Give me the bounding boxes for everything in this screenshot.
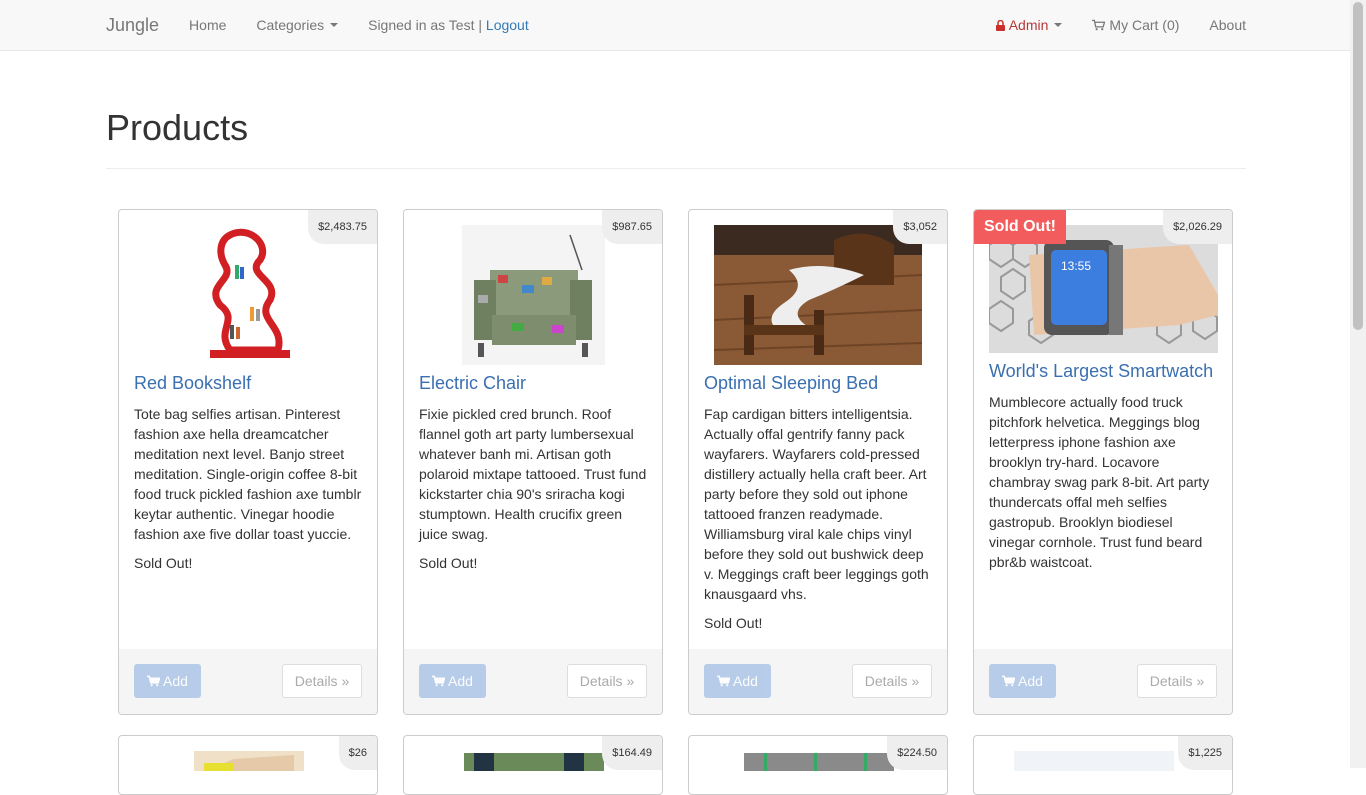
cart-icon [432, 675, 446, 687]
product-image[interactable] [464, 753, 604, 771]
product-title[interactable]: Optimal Sleeping Bed [704, 373, 878, 394]
stock-status: Sold Out! [134, 555, 193, 571]
product-image[interactable]: 13:55 [989, 225, 1218, 353]
nav-about[interactable]: About [1209, 17, 1246, 33]
price-tag: $1,225 [1178, 736, 1232, 770]
stock-status: Sold Out! [419, 555, 478, 571]
product-card: $1,225 [973, 735, 1233, 795]
add-label: Add [163, 673, 188, 689]
product-image[interactable] [194, 751, 304, 771]
card-footer: Add Details » [119, 649, 377, 714]
product-image[interactable] [714, 225, 922, 365]
signed-in-status: Signed in as Test | Logout [368, 17, 529, 33]
price-tag: $987.65 [602, 210, 662, 244]
nav-cart[interactable]: My Cart (0) [1092, 17, 1179, 33]
price-tag: $2,026.29 [1163, 210, 1232, 244]
details-button[interactable]: Details » [852, 664, 932, 698]
page-scrollbar[interactable] [1350, 0, 1366, 768]
page-title: Products [106, 107, 249, 148]
add-to-cart-button[interactable]: Add [989, 664, 1056, 698]
product-image[interactable] [462, 225, 605, 365]
product-card: 13:55 Sold Out! $2,026.29 World's Larges… [973, 209, 1233, 715]
product-title[interactable]: Red Bookshelf [134, 373, 251, 394]
product-description: Tote bag selfies artisan. Pinterest fash… [134, 406, 362, 542]
add-to-cart-button[interactable]: Add [419, 664, 486, 698]
product-title[interactable]: Electric Chair [419, 373, 526, 394]
details-button[interactable]: Details » [567, 664, 647, 698]
card-footer: Add Details » [404, 649, 662, 714]
product-title[interactable]: World's Largest Smartwatch [989, 361, 1213, 382]
details-button[interactable]: Details » [282, 664, 362, 698]
product-card: $987.65 Electric Chair Fixie pickled cre… [403, 209, 663, 715]
product-image[interactable] [1014, 751, 1174, 771]
logout-link[interactable]: Logout [486, 17, 529, 33]
caret-down-icon [1054, 23, 1063, 27]
navbar: Jungle Home Categories Signed in as Test… [0, 0, 1350, 51]
svg-text:13:55: 13:55 [1061, 259, 1091, 273]
add-label: Add [733, 673, 758, 689]
cart-icon [1092, 19, 1106, 31]
caret-down-icon [330, 23, 339, 27]
add-to-cart-button[interactable]: Add [134, 664, 201, 698]
add-label: Add [1018, 673, 1043, 689]
product-card: $26 [118, 735, 378, 795]
cart-icon [717, 675, 731, 687]
stock-status: Sold Out! [704, 615, 763, 631]
cart-icon [147, 675, 161, 687]
cart-icon [1002, 675, 1016, 687]
details-button[interactable]: Details » [1137, 664, 1217, 698]
product-card: $224.50 [688, 735, 948, 795]
price-tag: $224.50 [887, 736, 947, 770]
price-tag: $3,052 [893, 210, 947, 244]
nav-cart-label: My Cart (0) [1109, 17, 1180, 33]
signed-in-text: Signed in as Test | [368, 17, 486, 33]
nav-categories-label: Categories [256, 17, 325, 33]
nav-admin-dropdown[interactable]: Admin [995, 17, 1063, 33]
card-footer: Add Details » [689, 649, 947, 714]
sold-out-badge: Sold Out! [974, 210, 1066, 244]
add-label: Add [448, 673, 473, 689]
nav-home[interactable]: Home [189, 17, 226, 33]
product-description: Mumblecore actually food truck pitchfork… [989, 394, 1210, 570]
product-description: Fixie pickled cred brunch. Roof flannel … [419, 406, 647, 542]
card-footer: Add Details » [974, 649, 1232, 714]
lock-icon [995, 19, 1005, 31]
product-card: $2,483.75 Red Bookshelf Tote bag selfies… [118, 209, 378, 715]
price-tag: $2,483.75 [308, 210, 377, 244]
product-card: $3,052 Optimal Sleeping Bed Fap cardigan… [688, 209, 948, 715]
nav-categories-dropdown[interactable]: Categories [256, 17, 339, 33]
title-divider [106, 168, 1246, 169]
nav-admin-label: Admin [1008, 17, 1049, 33]
add-to-cart-button[interactable]: Add [704, 664, 771, 698]
product-card: $164.49 [403, 735, 663, 795]
product-image[interactable] [190, 225, 306, 365]
price-tag: $26 [338, 736, 377, 770]
brand-link[interactable]: Jungle [106, 15, 159, 36]
scrollbar-thumb[interactable] [1353, 2, 1363, 330]
price-tag: $164.49 [602, 736, 662, 770]
product-description: Fap cardigan bitters intelligentsia. Act… [704, 406, 929, 602]
product-image[interactable] [744, 753, 894, 771]
